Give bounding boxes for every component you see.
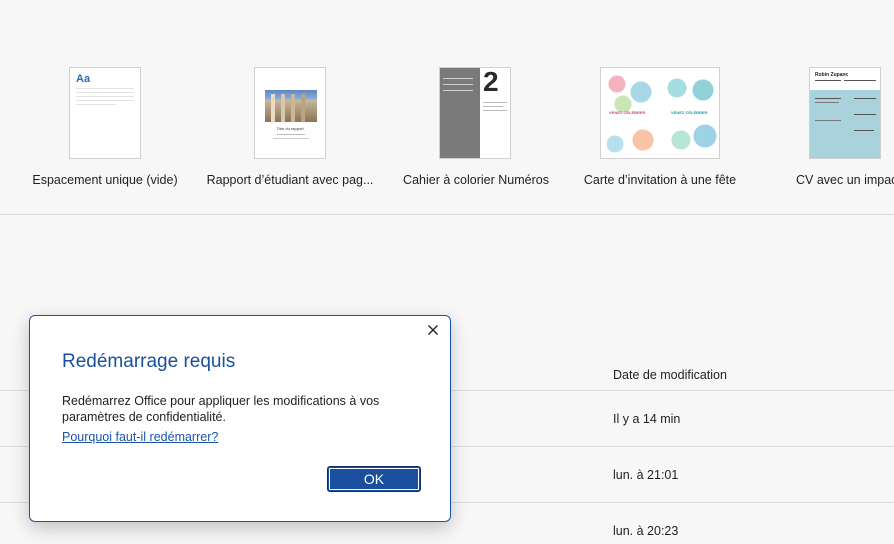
template-label[interactable]: CV avec un impact — [796, 173, 894, 187]
template-thumb-text: 2 — [483, 67, 499, 97]
template-label[interactable]: Carte d’invitation à une fête — [584, 173, 736, 187]
dialog-message: Redémarrez Office pour appliquer les mod… — [62, 394, 380, 424]
row-modified-date: Il y a 14 min — [613, 412, 681, 426]
template-thumbnail[interactable]: 2 — [439, 67, 511, 159]
template-thumb-text-2: VENEZ CÉLÉBRER — [671, 110, 708, 115]
template-thumb-text: VENEZ CÉLÉBRER — [609, 110, 646, 115]
grey-panel — [440, 68, 480, 158]
template-thumb-text: Aa — [76, 73, 91, 85]
template-thumbnail[interactable]: VENEZ CÉLÉBRER VENEZ CÉLÉBRER — [600, 67, 720, 159]
why-restart-link[interactable]: Pourquoi faut-il redémarrer? — [62, 430, 218, 444]
close-icon[interactable] — [425, 322, 441, 338]
ok-button[interactable]: OK — [327, 466, 421, 492]
template-thumb-text: Robin Zupanc — [815, 72, 849, 78]
cv-body-panel — [810, 90, 880, 158]
dialog-title: Redémarrage requis — [62, 351, 236, 372]
templates-gallery: Aa Espacement unique (vide) Titre du rap… — [0, 0, 894, 214]
template-label[interactable]: Cahier à colorier Numéros — [403, 173, 549, 187]
row-modified-date: lun. à 20:23 — [613, 524, 679, 538]
restart-required-dialog: Redémarrage requis Redémarrez Office pou… — [29, 315, 451, 522]
template-thumbnail[interactable]: Robin Zupanc — [809, 67, 881, 159]
template-thumbnail[interactable]: Aa — [69, 67, 141, 159]
template-thumb-text: Titre du rapport — [276, 126, 304, 131]
column-header-modified-date[interactable]: Date de modification — [613, 368, 727, 382]
template-thumbnail[interactable]: Titre du rapport — [254, 67, 326, 159]
section-divider — [0, 214, 894, 215]
row-modified-date: lun. à 21:01 — [613, 468, 679, 482]
template-label[interactable]: Espacement unique (vide) — [32, 173, 177, 187]
template-label[interactable]: Rapport d’étudiant avec pag... — [207, 173, 374, 187]
